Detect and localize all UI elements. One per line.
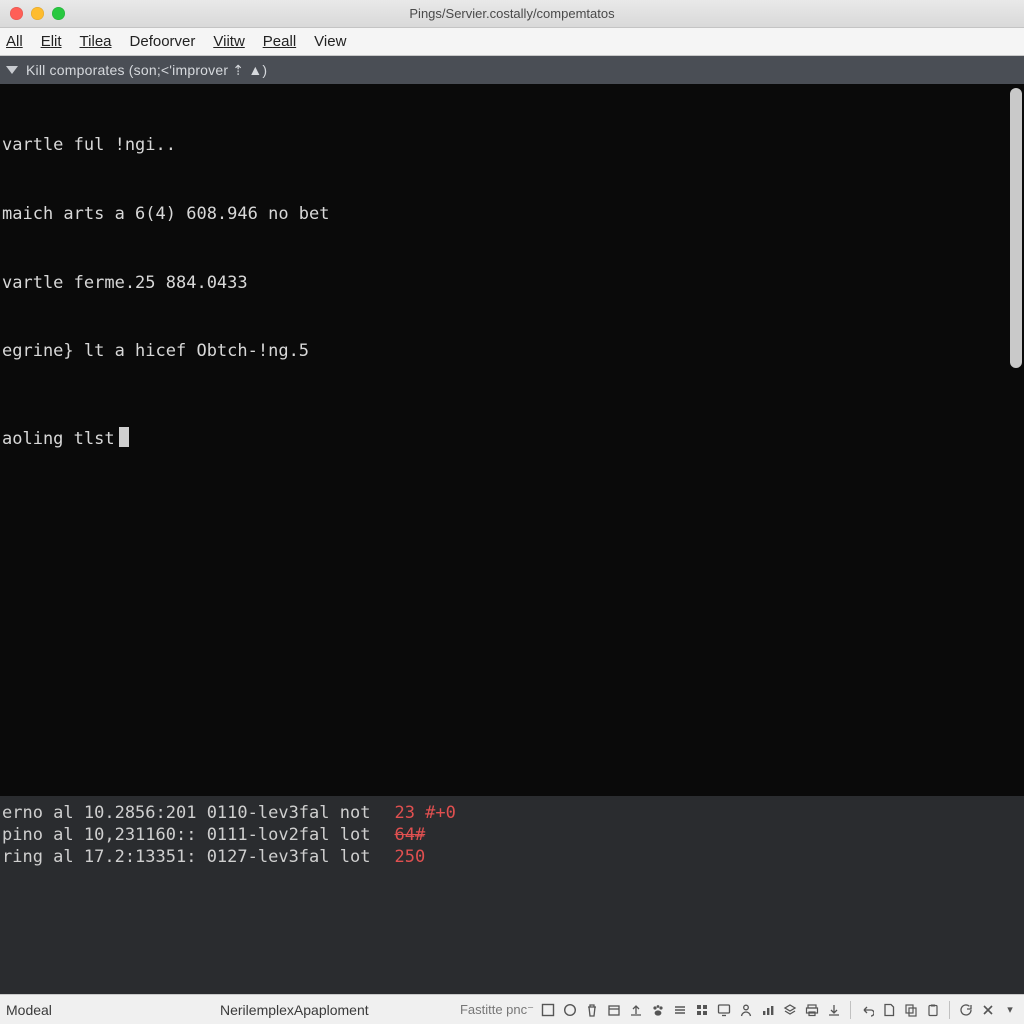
terminal-prompt: aoling tlst: [2, 429, 115, 449]
close-window-button[interactable]: [10, 7, 23, 20]
upload-icon[interactable]: [628, 1002, 644, 1018]
refresh-icon[interactable]: [958, 1002, 974, 1018]
status-separator: [949, 1001, 950, 1019]
printer-icon[interactable]: [804, 1002, 820, 1018]
active-tab-label[interactable]: Kill comporates (son;<'improver ⇡ ▲): [26, 62, 267, 79]
menu-elit[interactable]: Elit: [41, 33, 62, 50]
terminal-prompt-line: aoling tlst: [2, 427, 1020, 451]
window-title: Pings/Servier.costally/compemtatos: [0, 6, 1024, 21]
stack-icon[interactable]: [672, 1002, 688, 1018]
status-right-group: Fastitte pnc⁻ ▾: [460, 1001, 1018, 1019]
terminal-line: egrine} lt a hicef Obtch-!ng.5: [2, 340, 1020, 363]
box-icon[interactable]: [606, 1002, 622, 1018]
terminal-output[interactable]: vartle ful !ngi.. maich arts a 6(4) 608.…: [0, 84, 1024, 796]
close-icon[interactable]: [980, 1002, 996, 1018]
tab-bar: Kill comporates (son;<'improver ⇡ ▲): [0, 56, 1024, 84]
monitor-icon[interactable]: [716, 1002, 732, 1018]
copy-icon[interactable]: [903, 1002, 919, 1018]
menu-defoorver[interactable]: Defoorver: [130, 33, 196, 50]
log-row-value: 23 #+0: [394, 802, 455, 824]
log-row-lead: erno al 10.2856:201 0110-lev3fal not: [2, 802, 370, 824]
status-separator: [850, 1001, 851, 1019]
zoom-window-button[interactable]: [52, 7, 65, 20]
terminal-line: maich arts a 6(4) 608.946 no bet: [2, 203, 1020, 226]
menu-tilea[interactable]: Tilea: [80, 33, 112, 50]
square-icon[interactable]: [540, 1002, 556, 1018]
trash-icon[interactable]: [584, 1002, 600, 1018]
undo-icon[interactable]: [859, 1002, 875, 1018]
terminal-line: vartle ful !ngi..: [2, 134, 1020, 157]
layers-icon[interactable]: [782, 1002, 798, 1018]
menu-all[interactable]: All: [6, 33, 23, 50]
tab-expand-icon[interactable]: [6, 66, 18, 74]
paste-icon[interactable]: [925, 1002, 941, 1018]
menu-bar: All Elit Tilea Defoorver Viitw Peall Vie…: [0, 28, 1024, 56]
menu-view[interactable]: View: [314, 33, 346, 50]
terminal-pane: vartle ful !ngi.. maich arts a 6(4) 608.…: [0, 84, 1024, 994]
status-right-text: Fastitte pnc⁻: [460, 1002, 534, 1018]
paw-icon[interactable]: [650, 1002, 666, 1018]
menu-viitw[interactable]: Viitw: [213, 33, 244, 50]
log-row: erno al 10.2856:201 0110-lev3fal not 23 …: [2, 802, 1020, 824]
menu-peall[interactable]: Peall: [263, 33, 296, 50]
window-controls: [10, 7, 65, 20]
terminal-cursor: [119, 427, 129, 447]
page-icon[interactable]: [881, 1002, 897, 1018]
circle-icon[interactable]: [562, 1002, 578, 1018]
terminal-scrollbar[interactable]: [1010, 88, 1022, 368]
status-bar: Modeal NerilemplexApaploment Fastitte pn…: [0, 994, 1024, 1024]
log-row-lead: pino al 10,231160:: 0111-lov2fal lot: [2, 824, 370, 846]
person-icon[interactable]: [738, 1002, 754, 1018]
log-row-value: 250: [394, 846, 425, 868]
log-row: pino al 10,231160:: 0111-lov2fal lot 64#: [2, 824, 1020, 846]
grid-icon[interactable]: [694, 1002, 710, 1018]
download-icon[interactable]: [826, 1002, 842, 1018]
status-center: NerilemplexApaploment: [220, 1002, 369, 1018]
log-pane: erno al 10.2856:201 0110-lev3fal not 23 …: [0, 796, 1024, 994]
window-titlebar: Pings/Servier.costally/compemtatos: [0, 0, 1024, 28]
status-left: Modeal: [6, 1002, 52, 1018]
log-row-value: 64#: [394, 824, 425, 846]
terminal-line: vartle ferme.25 884.0433: [2, 272, 1020, 295]
more-icon[interactable]: ▾: [1002, 1002, 1018, 1018]
log-row-lead: ring al 17.2:13351: 0127-lev3fal lot: [2, 846, 370, 868]
log-row: ring al 17.2:13351: 0127-lev3fal lot 250: [2, 846, 1020, 868]
minimize-window-button[interactable]: [31, 7, 44, 20]
barchart-icon[interactable]: [760, 1002, 776, 1018]
